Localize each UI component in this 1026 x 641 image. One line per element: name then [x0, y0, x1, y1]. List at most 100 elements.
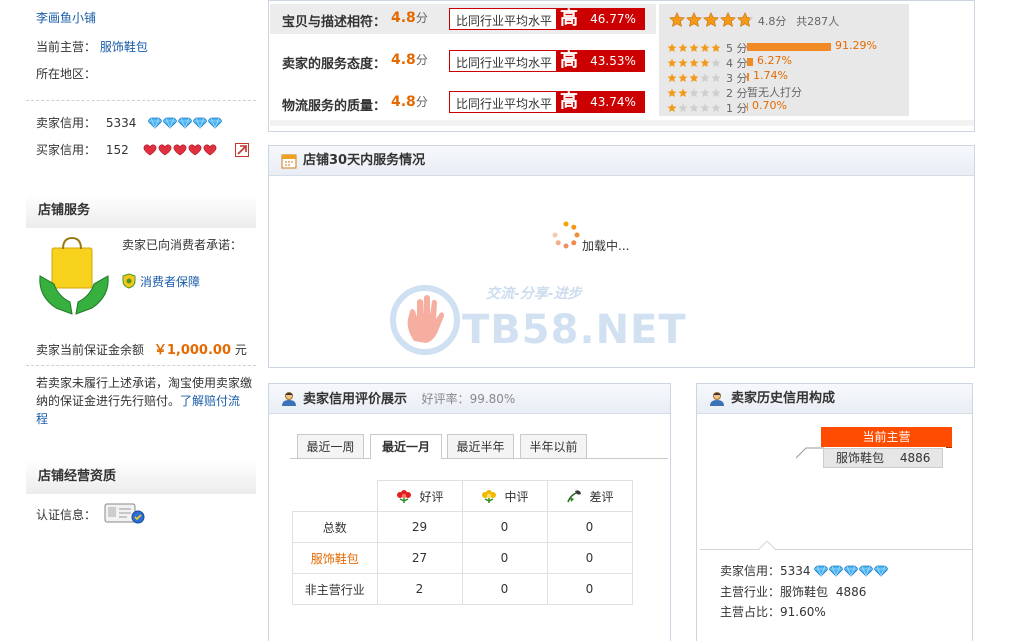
rating-score-unit: 分: [415, 11, 428, 25]
distribution-label: 5 分: [726, 42, 748, 55]
compare-level: 高: [556, 50, 582, 72]
small-star-icon: [711, 73, 721, 82]
table-cell: 27: [376, 542, 463, 574]
loading-spinner-icon: [552, 221, 580, 249]
deposit-amount: ￥1,000.00: [153, 343, 231, 358]
diamond-icon: [814, 565, 829, 577]
user-icon: [710, 392, 724, 406]
seller-credit-value: 5334: [105, 116, 137, 130]
history-category-count: 4886: [899, 451, 931, 465]
small-star-icon: [678, 58, 688, 67]
hand-logo-icon: [390, 285, 460, 355]
history-diamonds[interactable]: [814, 564, 889, 578]
distribution-row: 3 分: [667, 70, 748, 85]
table-cell: 0: [461, 573, 548, 605]
tab-last-week[interactable]: 最近一周: [297, 434, 364, 458]
diamond-icon: [829, 565, 844, 577]
small-star-icon: [711, 103, 721, 112]
tab-last-half-year[interactable]: 最近半年: [447, 434, 514, 458]
credit-display-header: 卖家信用评价展示 好评率：99.80%: [269, 384, 670, 414]
deposit-notice: 若卖家未履行上述承诺，淘宝使用卖家缴纳的保证金进行先行赔付。了解赔付流程: [36, 374, 256, 428]
credit-history-header: 卖家历史信用构成: [697, 384, 972, 414]
buyer-hearts[interactable]: [143, 143, 222, 157]
small-star-icon: [667, 43, 677, 52]
table-corner: [293, 481, 378, 512]
deposit-unit: 元: [234, 343, 247, 357]
distribution-row: 2 分: [667, 85, 748, 100]
main-industry-label: 主营行业：: [720, 585, 781, 599]
table-cell: 2: [376, 573, 463, 605]
row-label: 非主营行业: [292, 573, 378, 605]
star-icon: [669, 12, 685, 27]
tab-before-half-year[interactable]: 半年以前: [520, 434, 587, 458]
history-divider: [700, 549, 972, 550]
consumer-protection-row[interactable]: 消费者保障: [122, 273, 200, 290]
history-share-row: 主营占比：91.60%: [720, 603, 826, 620]
credit-display-title: 卖家信用评价展示: [303, 392, 408, 407]
small-star-icon: [689, 73, 699, 82]
distribution-row: 1 分: [667, 100, 748, 115]
diamond-icon: [148, 117, 163, 129]
small-star-icon: [700, 73, 710, 82]
user-icon: [282, 392, 296, 406]
seller-credit-label: 卖家信用：: [36, 116, 97, 130]
service-30-days-header: 店铺30天内服务情况: [269, 146, 974, 176]
diamond-icon: [208, 117, 223, 129]
compare-level: 高: [556, 91, 582, 113]
diamond-icon: [874, 565, 889, 577]
distribution-percent: 91.29%: [835, 39, 877, 52]
small-star-icon: [700, 103, 710, 112]
main-category-label: 当前主营：: [36, 40, 97, 54]
row-label-main-category[interactable]: 服饰鞋包: [292, 542, 378, 574]
rating-score-value: 4.8: [391, 10, 416, 26]
overall-stars: [669, 12, 754, 31]
buyer-credit-row: 买家信用： 152: [36, 141, 250, 158]
col-bad: 差评: [546, 480, 633, 512]
good-rate-label: 好评率：: [421, 392, 470, 406]
shop-name-link[interactable]: 李画鱼小铺: [36, 9, 96, 26]
star-icon: [737, 12, 753, 27]
rating-box-bottom: [270, 120, 974, 126]
main-category-link[interactable]: 服饰鞋包: [100, 40, 148, 54]
qualification-title: 店铺经营资质: [26, 460, 256, 494]
consumer-protection-bag-icon: [39, 236, 109, 315]
pointer-arrow: [758, 541, 776, 550]
divider: [26, 100, 256, 101]
consumer-protection-link[interactable]: 消费者保障: [140, 275, 200, 289]
distribution-label: 3 分: [726, 72, 748, 85]
compare-percent: 43.53%: [582, 50, 644, 72]
certification-badge-icon[interactable]: [104, 502, 146, 524]
small-star-icon: [711, 58, 721, 67]
credit-history-title: 卖家历史信用构成: [731, 391, 836, 406]
claim-process-link[interactable]: 了解赔付流: [180, 394, 240, 408]
small-star-icon: [667, 73, 677, 82]
table-cell-link[interactable]: 29: [376, 511, 463, 543]
report-icon[interactable]: [235, 143, 250, 157]
star-icon: [686, 12, 702, 27]
loading-text: 加载中...: [582, 239, 630, 253]
small-star-icon: [689, 103, 699, 112]
tab-last-month[interactable]: 最近一月: [370, 434, 442, 459]
col-good-label: 好评: [419, 489, 444, 504]
table-cell: 0: [546, 542, 633, 574]
rating-score: 4.8分: [391, 9, 428, 26]
col-bad-label: 差评: [589, 489, 614, 504]
small-star-icon: [678, 73, 688, 82]
compare-text: 比同行业平均水平: [456, 97, 553, 111]
distribution-percent: 暂无人打分: [747, 86, 802, 99]
rating-score-unit: 分: [415, 53, 428, 67]
diamond-icon: [844, 565, 859, 577]
rating-compare: 比同行业平均水平 高 43.53%: [449, 50, 645, 72]
claim-process-link-cont[interactable]: 程: [36, 412, 48, 426]
col-neutral: 中评: [461, 480, 548, 512]
row-label: 总数: [292, 511, 378, 543]
star-icon: [720, 12, 736, 27]
distribution-label: 4 分: [726, 57, 748, 70]
distribution-percent: 0.70%: [752, 99, 787, 112]
distribution-percent: 1.74%: [753, 69, 788, 82]
distribution-bar: [747, 58, 753, 66]
seller-diamonds[interactable]: [148, 116, 223, 130]
rating-distribution-panel: 4.8分 共287人 5 分 91.29% 4 分 6.27% 3 分 1.74% 2 分暂…: [659, 4, 909, 116]
compare-level: 高: [556, 8, 582, 30]
history-seller-credit-label: 卖家信用：: [720, 564, 781, 578]
